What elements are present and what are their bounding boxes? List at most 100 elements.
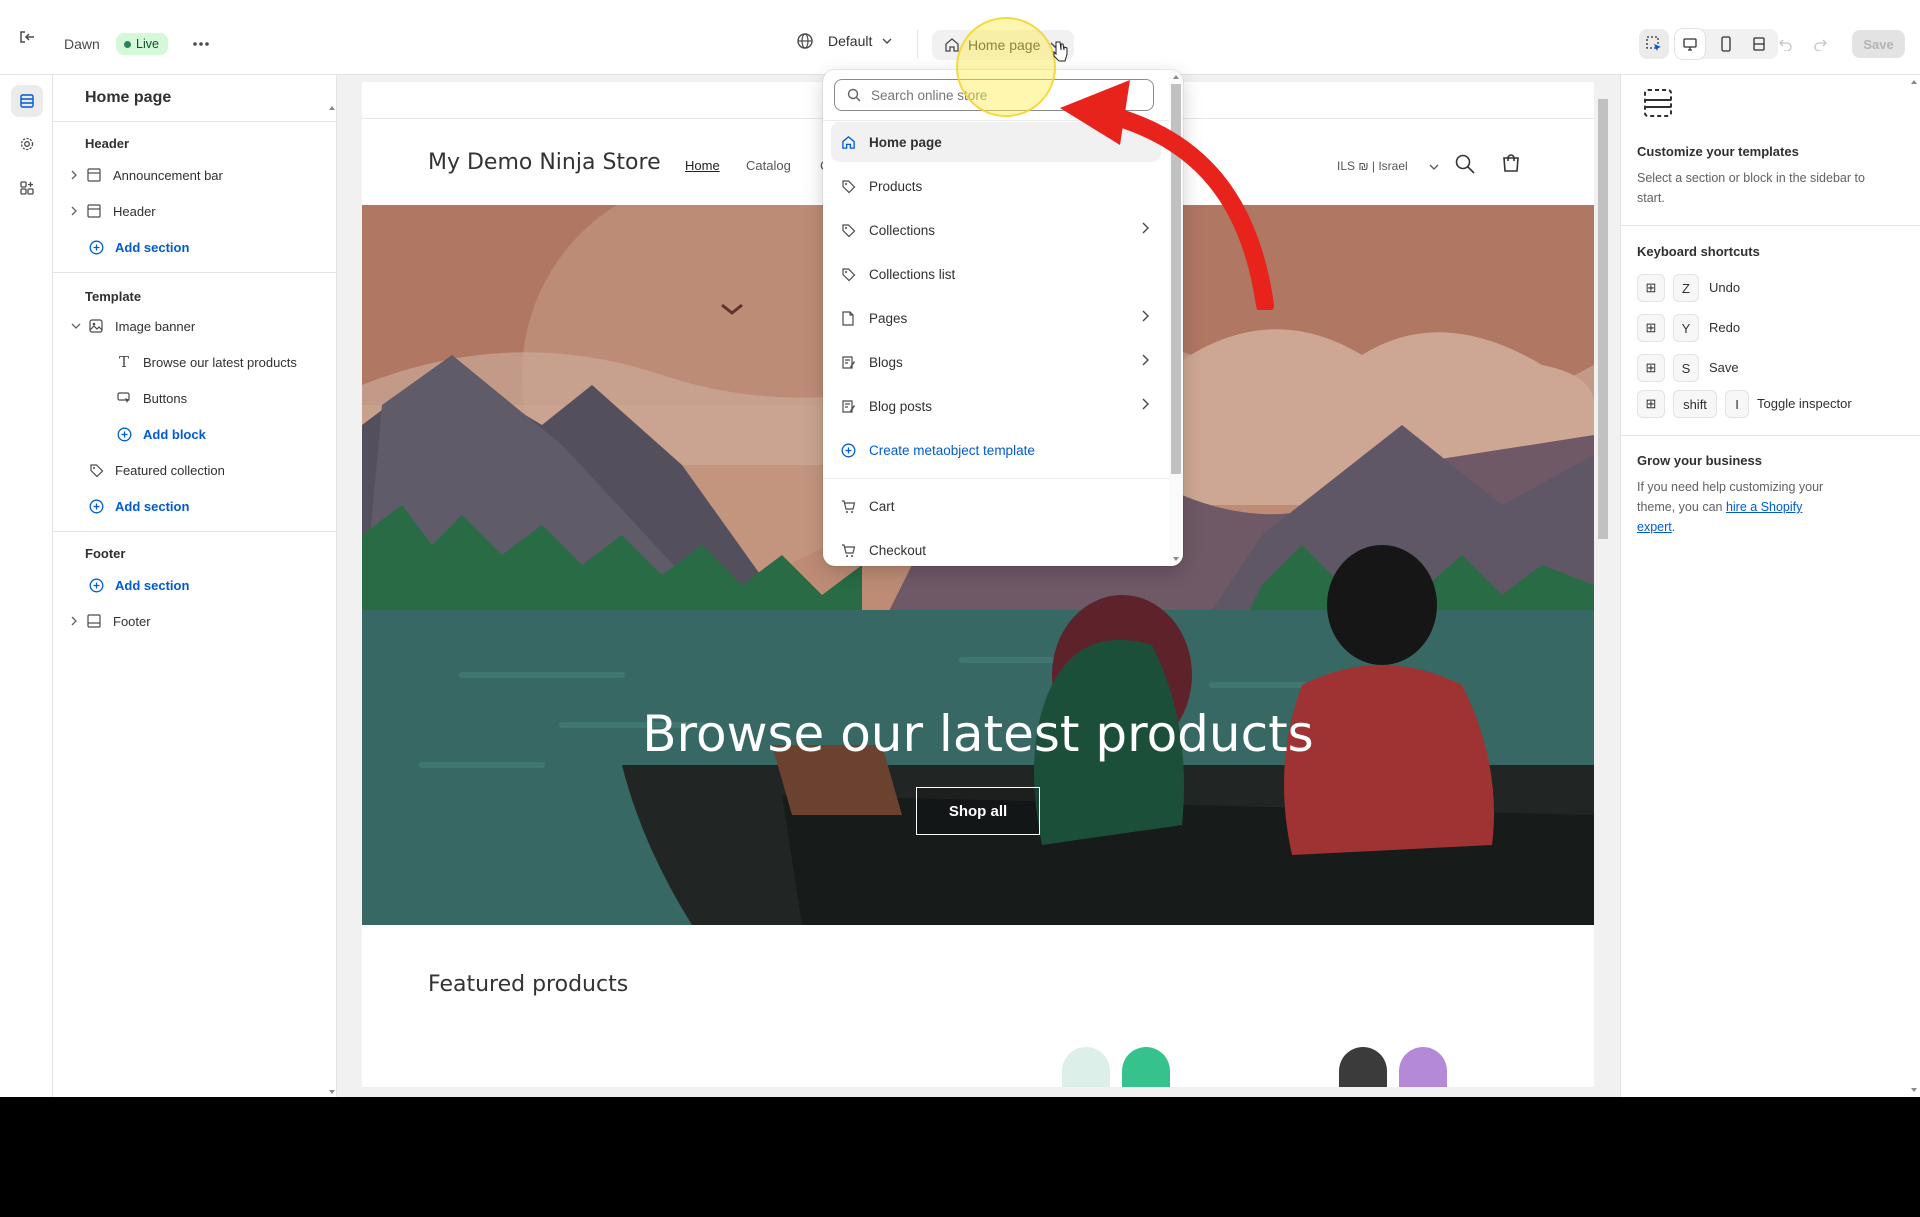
plus-circle-icon bbox=[87, 576, 105, 594]
section-sidebar: Home page Header Announcement bar Header… bbox=[53, 75, 337, 1097]
cart-icon[interactable] bbox=[1500, 152, 1522, 174]
inspector-toggle-button[interactable] bbox=[1639, 29, 1669, 59]
more-actions-button[interactable] bbox=[186, 29, 216, 59]
add-section-label: Add section bbox=[115, 239, 190, 255]
header-group-title: Header bbox=[85, 136, 130, 151]
exit-icon bbox=[20, 31, 34, 43]
sidebar-item-featured-collection[interactable]: Featured collection bbox=[87, 459, 225, 481]
expand-icon bbox=[1753, 37, 1765, 51]
sidebar-item-label: Footer bbox=[113, 613, 151, 629]
sidebar-item-label: Header bbox=[113, 203, 156, 219]
featured-products-heading: Featured products bbox=[428, 972, 629, 997]
cart-icon bbox=[839, 497, 857, 515]
shortcut-key: shift bbox=[1673, 390, 1717, 418]
mobile-view-button[interactable] bbox=[1711, 29, 1741, 59]
add-block-button[interactable]: Add block bbox=[115, 423, 206, 445]
shortcut-label-undo: Undo bbox=[1709, 280, 1741, 295]
dropdown-item-checkout[interactable]: Checkout bbox=[831, 530, 1161, 566]
scroll-up-icon bbox=[1173, 75, 1179, 79]
annotation-arrow bbox=[1060, 80, 1274, 310]
undo-icon bbox=[1779, 39, 1792, 51]
hire-expert-link[interactable]: hire a Shopify bbox=[1726, 500, 1802, 514]
footer-group-title: Footer bbox=[85, 546, 126, 561]
desktop-view-button[interactable] bbox=[1675, 29, 1705, 59]
dropdown-item-blogs[interactable]: Blogs bbox=[831, 342, 1161, 382]
dropdown-divider bbox=[823, 478, 1173, 479]
live-badge-label: Live bbox=[136, 37, 159, 51]
theme-name: Dawn bbox=[64, 36, 100, 52]
cmd-key-icon: ⊞ bbox=[1637, 274, 1665, 302]
dropdown-item-label: Create metaobject template bbox=[869, 442, 1035, 458]
sidebar-block-buttons[interactable]: Buttons bbox=[115, 387, 187, 409]
add-section-template-button[interactable]: Add section bbox=[87, 495, 189, 517]
undo-button[interactable] bbox=[1770, 29, 1800, 59]
chevron-right-icon bbox=[71, 206, 77, 216]
shop-all-button[interactable]: Shop all bbox=[916, 787, 1040, 835]
hire-expert-link-cont[interactable]: expert bbox=[1637, 520, 1672, 534]
sections-rail-button[interactable] bbox=[11, 85, 43, 117]
cmd-key-icon: ⊞ bbox=[1637, 390, 1665, 418]
search-icon[interactable] bbox=[1454, 153, 1476, 175]
panel-divider bbox=[1621, 225, 1920, 226]
apps-rail-button[interactable] bbox=[11, 172, 43, 204]
grow-text-end: . bbox=[1671, 520, 1676, 534]
customize-text: Select a section or block in the sidebar… bbox=[1637, 171, 1865, 205]
redo-icon bbox=[1814, 39, 1827, 51]
grow-text: If you need help customizing your theme,… bbox=[1637, 477, 1887, 537]
tag-icon bbox=[839, 177, 857, 195]
save-button[interactable]: Save bbox=[1852, 30, 1905, 58]
locale-label: Default bbox=[828, 33, 873, 49]
live-dot-icon bbox=[124, 40, 131, 48]
sidebar-item-header[interactable]: Header bbox=[71, 200, 156, 222]
dropdown-item-label: Collections list bbox=[869, 266, 956, 282]
dropdown-item-label: Pages bbox=[869, 310, 908, 326]
dropdown-item-create-metaobject[interactable]: Create metaobject template bbox=[831, 430, 1161, 470]
chevron-down-icon bbox=[71, 323, 81, 329]
add-section-footer-button[interactable]: Add section bbox=[87, 574, 189, 596]
sidebar-item-image-banner[interactable]: Image banner bbox=[71, 315, 195, 337]
image-icon bbox=[87, 317, 105, 335]
select-cursor-icon bbox=[1646, 36, 1661, 51]
sidebar-item-footer[interactable]: Footer bbox=[71, 610, 151, 632]
store-logo[interactable]: My Demo Ninja Store bbox=[428, 150, 661, 175]
sidebar-item-announcement-bar[interactable]: Announcement bar bbox=[71, 164, 223, 186]
currency-selector[interactable]: ILS ₪ | Israel bbox=[1337, 159, 1408, 173]
scroll-down-icon bbox=[1173, 557, 1179, 561]
chevron-down-icon bbox=[1429, 164, 1439, 170]
exit-button[interactable] bbox=[12, 22, 42, 52]
sidebar-divider bbox=[53, 121, 336, 122]
sidebar-item-label: Image banner bbox=[115, 318, 196, 334]
shortcut-key: Z bbox=[1673, 274, 1699, 302]
nav-home[interactable]: Home bbox=[685, 158, 720, 173]
preview-scroll-thumb[interactable] bbox=[1598, 99, 1608, 539]
sidebar-divider bbox=[53, 272, 336, 273]
dropdown-item-blog-posts[interactable]: Blog posts bbox=[831, 386, 1161, 426]
apps-icon bbox=[20, 181, 34, 195]
nav-catalog[interactable]: Catalog bbox=[746, 158, 791, 173]
theme-settings-rail-button[interactable] bbox=[11, 128, 43, 160]
sidebar-scrollbar[interactable] bbox=[329, 105, 335, 1095]
right-panel-scrollbar[interactable] bbox=[1911, 75, 1917, 1097]
cmd-key-icon: ⊞ bbox=[1637, 354, 1665, 382]
sidebar-block-browse[interactable]: T Browse our latest products bbox=[115, 351, 297, 373]
sidebar-divider bbox=[53, 531, 336, 532]
preview-scrollbar[interactable] bbox=[1598, 82, 1610, 1087]
template-group-title: Template bbox=[85, 289, 142, 304]
grow-title: Grow your business bbox=[1637, 453, 1762, 468]
dropdown-item-label: Home page bbox=[869, 134, 942, 150]
customize-title: Customize your templates bbox=[1637, 144, 1799, 159]
mobile-icon bbox=[1721, 36, 1731, 52]
locale-selector[interactable]: Default bbox=[796, 32, 892, 50]
add-section-header-button[interactable]: Add section bbox=[87, 236, 189, 258]
shortcut-key: S bbox=[1673, 354, 1699, 382]
dropdown-item-label: Checkout bbox=[869, 542, 927, 558]
blog-icon bbox=[839, 397, 857, 415]
section-icon bbox=[85, 166, 103, 184]
dropdown-item-label: Cart bbox=[869, 498, 895, 514]
redo-button[interactable] bbox=[1806, 29, 1836, 59]
templates-icon bbox=[1644, 89, 1672, 117]
tag-icon bbox=[839, 221, 857, 239]
dropdown-item-label: Blogs bbox=[869, 354, 903, 370]
dropdown-item-cart[interactable]: Cart bbox=[831, 486, 1161, 526]
add-block-label: Add block bbox=[143, 426, 206, 442]
